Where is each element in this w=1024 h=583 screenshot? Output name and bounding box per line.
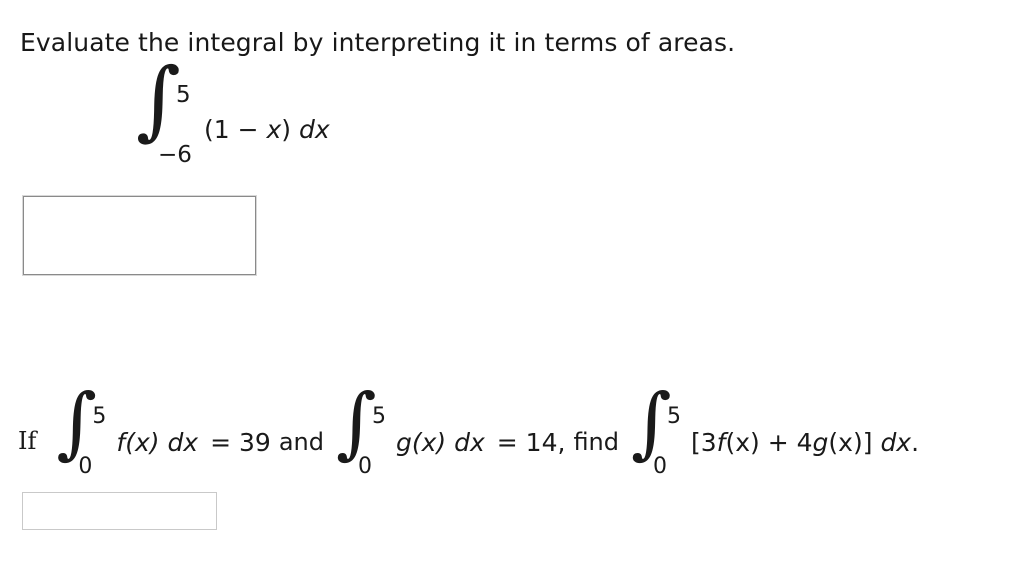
equals-value-f: = 39 [210, 427, 271, 457]
question2-answer-input[interactable] [22, 492, 217, 530]
function-name-g: g [395, 427, 412, 457]
target-period: . [911, 427, 920, 457]
integrand-f: f(x) dx [116, 428, 198, 457]
find-word: find [573, 428, 619, 456]
target-middle-1: (x) + 4 [725, 427, 813, 457]
integral-symbol-group-target: ∫ 5 0 [631, 384, 681, 479]
integrand-close-paren: ) [281, 114, 299, 144]
target-bracket-open: [3 [691, 427, 717, 457]
integral-symbol-group-g: ∫ 5 0 [336, 384, 386, 479]
question1-prompt: Evaluate the integral by interpreting it… [20, 28, 736, 57]
integrand-g-argument: (x) [411, 427, 455, 457]
target-function-g: g [812, 427, 829, 457]
integral-upper-limit: 5 [667, 404, 681, 429]
integral-lower-limit: 0 [357, 454, 372, 479]
integral-sign-icon: ∫ [335, 378, 377, 468]
integrand-f-differential: dx [167, 427, 199, 457]
integral-sign-icon: ∫ [56, 378, 98, 468]
integral-upper-limit: 5 [92, 404, 107, 429]
integral-lower-limit: 0 [78, 454, 93, 479]
question1-integrand: (1 − x) dx [204, 115, 330, 144]
integrand-target: [3f(x) + 4g(x)] dx. [691, 428, 919, 457]
integrand-prefix: (1 − [204, 114, 267, 144]
integrand-g-differential: dx [454, 427, 485, 457]
function-name-f: f [116, 427, 126, 457]
integral-lower-limit: 0 [653, 454, 667, 479]
question1-integral-expression: ∫ 5 −6 (1 − x) dx [136, 57, 330, 170]
integral-upper-limit: 5 [371, 404, 386, 429]
integral-lower-limit: −6 [158, 142, 192, 168]
conjunction-and: and [278, 428, 324, 456]
integral-sign-icon: ∫ [136, 50, 181, 150]
question2-statement: If ∫ 5 0 f(x) dx = 39 and ∫ 5 0 g(x) dx … [18, 384, 919, 479]
if-label: If [18, 427, 37, 455]
integrand-f-argument: (x) [125, 427, 168, 457]
integral-upper-limit: 5 [176, 82, 191, 108]
integral-symbol-group-f: ∫ 5 0 [56, 384, 106, 479]
target-middle-2: (x)] [828, 427, 881, 457]
target-differential: dx [880, 427, 912, 457]
integral-sign-icon: ∫ [631, 378, 672, 468]
integrand-differential: dx [299, 114, 330, 144]
question1-answer-input[interactable] [23, 196, 256, 275]
integral-symbol-group-1: ∫ 5 −6 [136, 57, 192, 170]
equals-value-g: = 14, [496, 427, 566, 457]
integrand-variable: x [266, 114, 282, 144]
integrand-g: g(x) dx [396, 428, 485, 457]
